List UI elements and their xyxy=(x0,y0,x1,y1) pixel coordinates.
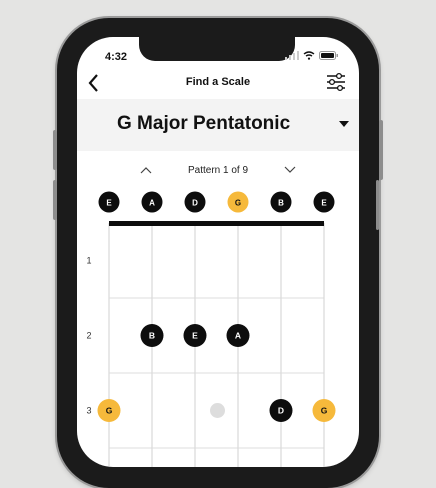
note-label: B xyxy=(149,331,155,341)
fret-number: 2 xyxy=(86,331,91,341)
note-label: D xyxy=(278,406,284,416)
pattern-label: Pattern 1 of 9 xyxy=(187,165,249,176)
scale-title: G Major Pentatonic xyxy=(117,113,291,134)
string-label: D xyxy=(192,199,198,208)
notch xyxy=(139,37,295,61)
nut xyxy=(109,221,324,226)
fret-marker-dot xyxy=(210,403,225,418)
note-label: G xyxy=(106,406,113,416)
phone-screen: 4:32 Find a Scale G Major Pentatonic Pat… xyxy=(77,37,359,467)
string-label: E xyxy=(321,199,327,208)
note-label: G xyxy=(321,406,328,416)
string-label: B xyxy=(278,199,284,208)
signal-icon xyxy=(285,51,299,60)
fret-number: 1 xyxy=(86,256,91,266)
string-label: G xyxy=(235,199,241,208)
status-icons xyxy=(285,51,339,60)
wifi-icon xyxy=(303,51,315,60)
status-time: 4:32 xyxy=(105,51,128,63)
fretboard-diagram: 1 2 3 E A D G B E B E A G D G xyxy=(86,191,336,467)
note-label: A xyxy=(235,331,241,341)
fretboard: 1 2 3 E A D G B E B E A G D G xyxy=(77,187,359,467)
pattern-selector: Pattern 1 of 9 xyxy=(77,163,359,181)
sliders-icon[interactable] xyxy=(325,71,347,93)
navigation-bar: Find a Scale xyxy=(77,71,359,99)
chevron-down-icon[interactable] xyxy=(283,165,297,175)
volume-button xyxy=(53,180,57,220)
string-label: E xyxy=(106,199,112,208)
page-title: Find a Scale xyxy=(185,76,251,88)
side-button xyxy=(379,120,383,180)
side-button xyxy=(376,180,379,230)
volume-button xyxy=(53,130,57,170)
caret-down-icon[interactable] xyxy=(337,119,351,129)
scale-selector[interactable]: G Major Pentatonic xyxy=(77,99,359,151)
fret-number: 3 xyxy=(86,406,91,416)
string-label: A xyxy=(149,199,155,208)
battery-icon xyxy=(319,51,338,60)
note-label: E xyxy=(192,331,198,341)
